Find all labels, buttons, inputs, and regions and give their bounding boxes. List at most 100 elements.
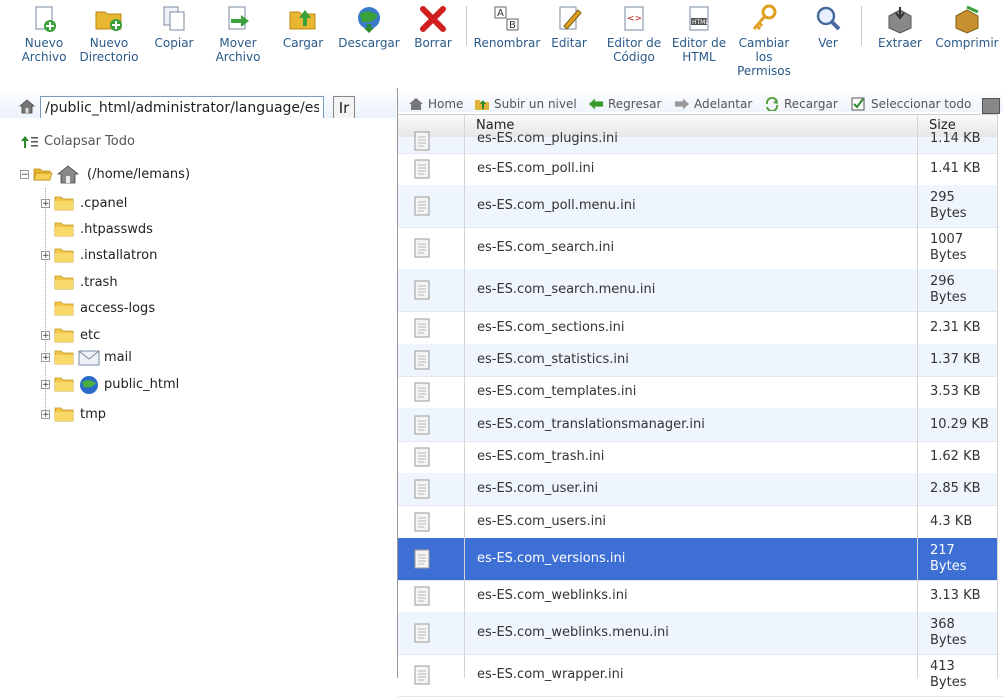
collapse-all-button[interactable]: Colapsar Todo	[20, 134, 135, 149]
file-row[interactable]: es-ES.com_versions.ini 217 Bytes	[398, 538, 1003, 581]
collapse-arrow-icon	[21, 135, 38, 148]
tree-item-public-html[interactable]: + public_html	[41, 373, 179, 395]
tree-item-access-logs[interactable]: access-logs	[41, 297, 155, 319]
file-row[interactable]: es-ES.com_trash.ini 1.62 KB	[398, 441, 1003, 474]
back-button[interactable]: Regresar	[588, 97, 661, 111]
scroll-edge	[998, 114, 1003, 678]
home-icon[interactable]	[18, 98, 36, 114]
reload-icon	[765, 97, 779, 111]
tree-item-installatron[interactable]: + .installatron	[41, 244, 157, 266]
svg-text:HTML: HTML	[692, 19, 709, 26]
tree-item-label: mail	[104, 349, 132, 365]
file-row[interactable]: es-ES.com_weblinks.menu.ini 368 Bytes	[398, 612, 1003, 655]
toolbar-button-compress[interactable]: Comprimir	[929, 0, 1003, 86]
home-icon	[409, 98, 423, 110]
expand-toggle[interactable]: +	[41, 409, 50, 419]
file-size: 368 Bytes	[930, 617, 967, 648]
path-input[interactable]	[40, 96, 324, 118]
file-name: es-ES.com_wrapper.ini	[477, 667, 624, 682]
download-icon	[358, 7, 380, 33]
file-row[interactable]: es-ES.com_search.menu.ini 296 Bytes	[398, 269, 1003, 312]
select-all-button[interactable]: Seleccionar todo	[851, 97, 971, 111]
tree-item-cpanel[interactable]: + .cpanel	[41, 192, 127, 214]
file-row[interactable]: es-ES.com_weblinks.ini 3.13 KB	[398, 580, 1003, 613]
toolbar-button-label: Editor de Código	[606, 36, 662, 64]
go-button[interactable]: Ir	[333, 96, 355, 118]
tree-item-label: .cpanel	[80, 195, 128, 211]
home-icon	[57, 165, 79, 184]
text-file-icon	[414, 280, 430, 300]
tree-item-etc[interactable]: + etc	[41, 324, 100, 346]
folder-tree-panel: Ir Colapsar Todo − (/home/lemans) + .cpan…	[0, 88, 396, 678]
expand-toggle[interactable]: +	[41, 250, 50, 260]
up-level-button[interactable]: Subir un nivel	[474, 97, 577, 111]
file-row[interactable]: es-ES.com_users.ini 4.3 KB	[398, 505, 1003, 539]
toolbar-button-extract[interactable]: Extraer	[862, 0, 938, 86]
expand-toggle[interactable]: +	[41, 352, 50, 362]
path-bar: Ir	[0, 88, 396, 118]
file-size: 1007 Bytes	[930, 232, 967, 263]
toolbar-button-view[interactable]: Ver	[790, 0, 866, 86]
toolbar-button-label: Comprimir	[935, 36, 999, 50]
unselect-icon[interactable]	[982, 98, 1000, 114]
text-file-icon	[414, 382, 430, 402]
extract-icon	[888, 7, 912, 34]
html-editor-icon: HTML	[689, 6, 709, 31]
file-row[interactable]: es-ES.com_statistics.ini 1.37 KB	[398, 344, 1003, 377]
delete-icon	[420, 6, 446, 32]
text-file-icon	[414, 586, 430, 606]
forward-button[interactable]: Adelantar	[674, 97, 752, 111]
tree-root[interactable]: − (/home/lemans)	[20, 163, 190, 185]
file-row[interactable]: es-ES.com_poll.menu.ini 295 Bytes	[398, 185, 1003, 228]
file-row[interactable]: es-ES.com_wrapper.ini 413 Bytes	[398, 654, 1003, 697]
collapse-toggle[interactable]: −	[20, 169, 29, 179]
folder-icon	[54, 248, 74, 263]
up-level-label: Subir un nivel	[494, 97, 577, 111]
toolbar-separator	[466, 6, 467, 46]
file-name: es-ES.com_statistics.ini	[477, 352, 629, 367]
toolbar-button-upload[interactable]: Cargar	[265, 0, 341, 86]
toolbar: Nuevo Archivo Nuevo Directorio Copiar Mover Ar…	[0, 0, 1003, 89]
expand-toggle[interactable]: +	[41, 379, 50, 389]
tree-item-label: .htpasswds	[80, 221, 153, 237]
file-name: es-ES.com_poll.ini	[477, 161, 595, 176]
text-file-icon	[414, 318, 430, 337]
upload-icon	[289, 10, 316, 30]
file-row[interactable]: es-ES.com_search.ini 1007 Bytes	[398, 227, 1003, 270]
file-size: 295 Bytes	[930, 190, 967, 221]
file-name: es-ES.com_users.ini	[477, 513, 607, 529]
tree-item-tmp[interactable]: + tmp	[41, 403, 106, 425]
home-button[interactable]: Home	[408, 97, 463, 111]
file-name: es-ES.com_weblinks.menu.ini	[477, 625, 669, 640]
file-row[interactable]: es-ES.com_templates.ini 3.53 KB	[398, 376, 1003, 409]
text-file-icon	[414, 549, 430, 569]
text-file-icon	[414, 238, 430, 258]
toolbar-button-delete[interactable]: Borrar	[395, 0, 471, 86]
tree-item-htpasswds[interactable]: .htpasswds	[41, 218, 153, 240]
reload-button[interactable]: Recargar	[764, 97, 838, 111]
file-row[interactable]: es-ES.com_translationsmanager.ini 10.29 K…	[398, 408, 1003, 442]
expand-toggle[interactable]: +	[41, 330, 50, 340]
file-row[interactable]: es-ES.com_plugins.ini 1.14 KB	[398, 131, 1003, 154]
file-row[interactable]: es-ES.com_user.ini 2.85 KB	[398, 473, 1003, 506]
tree-root-label: (/home/lemans)	[87, 166, 191, 182]
text-file-icon	[414, 623, 430, 643]
toolbar-button-label: Mover Archivo	[215, 36, 261, 64]
file-size: 1.62 KB	[930, 449, 981, 464]
forward-label: Adelantar	[694, 97, 753, 111]
tree-item-mail[interactable]: + mail	[41, 346, 132, 368]
code-editor-icon: <>	[624, 6, 644, 31]
file-name: es-ES.com_versions.ini	[477, 551, 626, 566]
file-name: es-ES.com_plugins.ini	[477, 131, 618, 146]
folder-icon	[54, 275, 74, 290]
file-row[interactable]: es-ES.com_poll.ini 1.41 KB	[398, 153, 1003, 186]
move-icon	[228, 6, 249, 30]
file-row[interactable]: es-ES.com_sections.ini 2.31 KB	[398, 311, 1003, 345]
toolbar-button-label: Descargar	[338, 36, 400, 50]
file-name: es-ES.com_translationsmanager.ini	[477, 416, 705, 432]
home-label: Home	[428, 97, 464, 111]
tree-item-trash[interactable]: .trash	[41, 271, 118, 293]
expand-toggle[interactable]: +	[41, 198, 50, 208]
file-size: 10.29 KB	[930, 416, 989, 432]
file-size: 1.37 KB	[930, 352, 981, 367]
